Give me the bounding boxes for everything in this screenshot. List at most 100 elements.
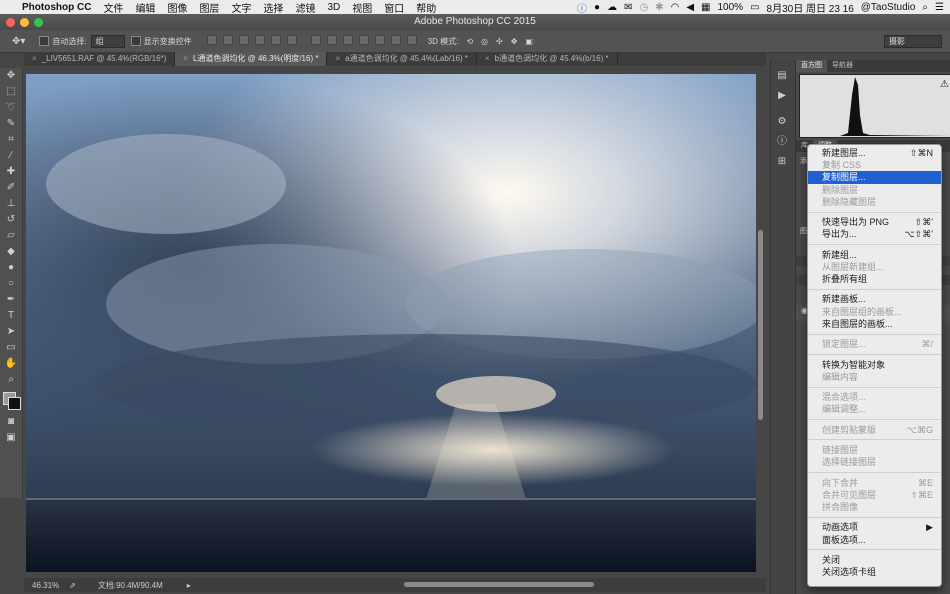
status-icon[interactable]: ●: [594, 2, 600, 13]
menu-item[interactable]: 导出为... ⌥⇧⌘': [808, 228, 941, 240]
tab-raf[interactable]: × _LIV5651.RAF @ 45.4%(RGB/16*): [24, 52, 176, 66]
notification-icon[interactable]: ☰: [935, 2, 944, 13]
dodge-tool-icon[interactable]: ○: [0, 276, 22, 292]
menu-item[interactable]: 新建图层... ⇧⌘N: [808, 147, 941, 159]
menu-item[interactable]: 新建画板...: [808, 293, 941, 305]
flag-icon[interactable]: ▦: [701, 2, 710, 13]
distribute-left-icon[interactable]: [358, 35, 369, 45]
wifi-icon[interactable]: ◠: [671, 2, 680, 13]
quick-select-tool-icon[interactable]: ✎: [0, 116, 22, 132]
3d-scale-icon[interactable]: ▣: [525, 37, 533, 46]
close-tab-icon[interactable]: ×: [485, 54, 490, 63]
pen-tool-icon[interactable]: ✒: [0, 292, 22, 308]
zoom-level[interactable]: 46.31%: [32, 581, 59, 590]
tab-a-channel[interactable]: × a通道色调均化 @ 45.4%(Lab/16) *: [327, 52, 477, 66]
warning-icon[interactable]: ⚠: [940, 79, 949, 90]
document-canvas[interactable]: [26, 74, 756, 572]
brush-tool-icon[interactable]: ✐: [0, 180, 22, 196]
menu-item[interactable]: 面板选项...: [808, 534, 941, 546]
move-tool-icon[interactable]: ✥: [0, 68, 22, 84]
gradient-tool-icon[interactable]: ◆: [0, 244, 22, 260]
distribute-bottom-icon[interactable]: [342, 35, 353, 45]
align-bottom-icon[interactable]: [238, 35, 249, 45]
messages-icon[interactable]: ✉: [624, 2, 632, 13]
properties-panel-icon[interactable]: ⚙: [771, 114, 793, 130]
shape-tool-icon[interactable]: ▭: [0, 340, 22, 356]
tab-l-channel[interactable]: × L通道色调均化 @ 46.3%(明度/16) *: [175, 52, 328, 66]
menu-item[interactable]: 关闭选项卡组: [808, 566, 941, 578]
close-window-button[interactable]: [6, 18, 15, 27]
battery-icon[interactable]: ▭: [750, 2, 759, 13]
app-menu[interactable]: Photoshop CC: [22, 2, 91, 13]
3d-slide-icon[interactable]: ✥: [511, 37, 518, 46]
align-top-icon[interactable]: [206, 35, 217, 45]
3d-roll-icon[interactable]: ◎: [481, 37, 488, 46]
distribute-hcenter-icon[interactable]: [374, 35, 385, 45]
distribute-top-icon[interactable]: [310, 35, 321, 45]
history-panel-icon[interactable]: ▤: [771, 68, 793, 84]
zoom-tool-icon[interactable]: ⌕: [0, 372, 22, 388]
menu-item[interactable]: 折叠所有组: [808, 273, 941, 285]
type-tool-icon[interactable]: T: [0, 308, 22, 324]
menu-item[interactable]: 来自图层的画板...: [808, 318, 941, 330]
export-icon[interactable]: ⇗: [69, 581, 76, 590]
menu-layer[interactable]: 图层: [199, 0, 219, 15]
menu-3d[interactable]: 3D: [327, 2, 340, 13]
marquee-tool-icon[interactable]: ⬚: [0, 84, 22, 100]
menu-window[interactable]: 窗口: [384, 0, 404, 15]
align-right-icon[interactable]: [286, 35, 297, 45]
menu-edit[interactable]: 编辑: [135, 0, 155, 15]
clock[interactable]: 8月30日 周日 23 16: [767, 0, 854, 15]
zoom-window-button[interactable]: [34, 18, 43, 27]
user-name[interactable]: @TaoStudio: [861, 2, 916, 13]
menu-item[interactable]: 新建组...: [808, 249, 941, 261]
align-hcenter-icon[interactable]: [270, 35, 281, 45]
battery-percent[interactable]: 100%: [717, 2, 743, 13]
color-swatches-icon[interactable]: [0, 388, 22, 414]
distribute-right-icon[interactable]: [390, 35, 401, 45]
show-transform-checkbox[interactable]: [130, 36, 141, 46]
vertical-scrollbar[interactable]: [758, 230, 763, 420]
eraser-tool-icon[interactable]: ▱: [0, 228, 22, 244]
lasso-tool-icon[interactable]: ➰: [0, 100, 22, 116]
3d-drag-icon[interactable]: ✣: [496, 37, 503, 46]
volume-icon[interactable]: ◀: [686, 2, 694, 13]
cloud-icon[interactable]: ☁: [607, 2, 617, 13]
paragraph-panel-icon[interactable]: ⊞: [771, 154, 793, 170]
auto-select-checkbox[interactable]: [39, 36, 50, 46]
menu-help[interactable]: 帮助: [416, 0, 436, 15]
bluetooth-icon[interactable]: ✱: [655, 2, 663, 13]
minimize-window-button[interactable]: [20, 18, 29, 27]
screen-mode-icon[interactable]: ▣: [0, 430, 22, 446]
tab-b-channel[interactable]: × b通道色调均化 @ 45.4%(b/16) *: [477, 52, 618, 66]
menu-select[interactable]: 选择: [263, 0, 283, 15]
menu-file[interactable]: 文件: [103, 0, 123, 15]
close-tab-icon[interactable]: ×: [32, 54, 37, 63]
spotlight-icon[interactable]: ⌕: [922, 2, 928, 13]
menu-type[interactable]: 文字: [231, 0, 251, 15]
blur-tool-icon[interactable]: ●: [0, 260, 22, 276]
menu-item[interactable]: 动画选项 ▶: [808, 521, 941, 533]
auto-select-dropdown[interactable]: 组: [90, 34, 125, 48]
eyedropper-tool-icon[interactable]: ⁄: [0, 148, 22, 164]
align-vcenter-icon[interactable]: [222, 35, 233, 45]
menu-item[interactable]: 复制图层...: [808, 171, 941, 184]
stamp-tool-icon[interactable]: ⊥: [0, 196, 22, 212]
menu-item[interactable]: 快速导出为 PNG ⇧⌘': [808, 216, 941, 228]
menu-filter[interactable]: 滤镜: [295, 0, 315, 15]
horizontal-scrollbar[interactable]: [404, 582, 594, 587]
close-tab-icon[interactable]: ×: [335, 54, 340, 63]
move-tool-icon[interactable]: ✥▾: [12, 36, 25, 47]
align-left-icon[interactable]: [254, 35, 265, 45]
status-menu-arrow[interactable]: ▸: [187, 581, 191, 590]
quick-mask-icon[interactable]: ◙: [0, 414, 22, 430]
distribute-vcenter-icon[interactable]: [326, 35, 337, 45]
path-select-icon[interactable]: ➤: [0, 324, 22, 340]
info-icon[interactable]: ⓘ: [577, 0, 587, 15]
crop-tool-icon[interactable]: ⌗: [0, 132, 22, 148]
history-brush-icon[interactable]: ↺: [0, 212, 22, 228]
workspace-dropdown[interactable]: 摄影: [884, 34, 942, 48]
hand-tool-icon[interactable]: ✋: [0, 356, 22, 372]
tab-navigator[interactable]: 导航器: [827, 60, 858, 72]
healing-tool-icon[interactable]: ✚: [0, 164, 22, 180]
